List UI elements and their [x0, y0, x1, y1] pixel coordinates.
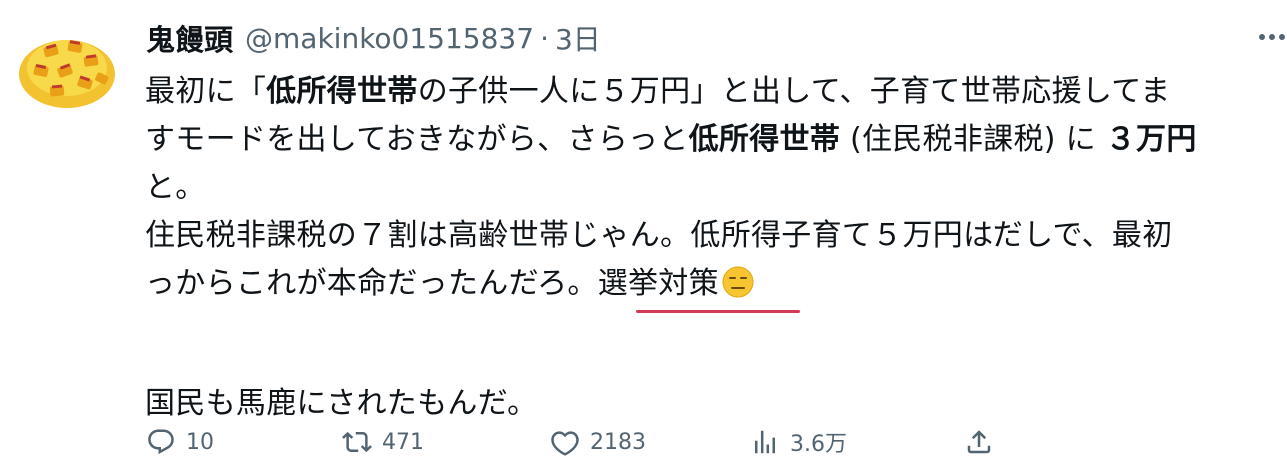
tweet-header: 鬼饅頭 @makinko01515837 · 3日: [146, 16, 601, 60]
bold-text: 低所得世帯: [266, 74, 418, 109]
heart-icon: [550, 427, 580, 457]
tweet-line-1: 最初に「低所得世帯の子供一人に５万円」と出して、子育て世帯応援してま: [145, 74, 1171, 109]
reply-button[interactable]: 10: [146, 420, 214, 464]
user-handle[interactable]: @makinko01515837: [245, 22, 534, 55]
tweet-line-5: っからこれが本命だったんだろ。選挙対策: [145, 260, 1285, 308]
tweet-line-2: すモードを出しておきながら、さらっと低所得世帯 (住民税非課税) に ３万円: [145, 122, 1197, 157]
highlighted-phrase: 選挙対策: [597, 266, 719, 301]
reply-count: 10: [186, 429, 214, 455]
tweet-text: 最初に「低所得世帯の子供一人に５万円」と出して、子育て世帯応援してま すモードを…: [145, 68, 1285, 428]
avatar[interactable]: [14, 16, 120, 122]
like-button[interactable]: 2183: [550, 420, 646, 464]
share-button[interactable]: [964, 420, 994, 464]
bold-text: ３万円: [1105, 122, 1197, 157]
view-count: 3.6万: [790, 432, 847, 457]
tweet-line-4: 住民税非課税の７割は高齢世帯じゃん。低所得子育て５万円はだしで、最初: [145, 218, 1173, 253]
views-button[interactable]: 3.6万: [750, 420, 847, 464]
share-upload-icon: [964, 427, 994, 457]
action-bar: 10 471 2183 3.6万: [146, 420, 1146, 464]
like-count: 2183: [590, 429, 646, 455]
bold-text: 低所得世帯: [688, 122, 841, 157]
retweet-count: 471: [382, 429, 424, 455]
separator-dot: ·: [540, 21, 549, 55]
display-name[interactable]: 鬼饅頭: [146, 17, 233, 59]
expressionless-face-emoji: [721, 265, 755, 299]
red-underline-annotation: [636, 310, 800, 313]
tweet[interactable]: 鬼饅頭 @makinko01515837 · 3日 最初に「低所得世帯の子供一人…: [0, 0, 1287, 473]
avatar-image: [14, 16, 120, 122]
more-options-icon[interactable]: [1257, 22, 1287, 52]
timestamp[interactable]: 3日: [555, 18, 601, 58]
views-bar-chart-icon: [750, 427, 780, 457]
retweet-icon: [342, 427, 372, 457]
tweet-line-3: と。: [145, 170, 206, 205]
retweet-button[interactable]: 471: [342, 420, 424, 464]
reply-icon: [146, 427, 176, 457]
